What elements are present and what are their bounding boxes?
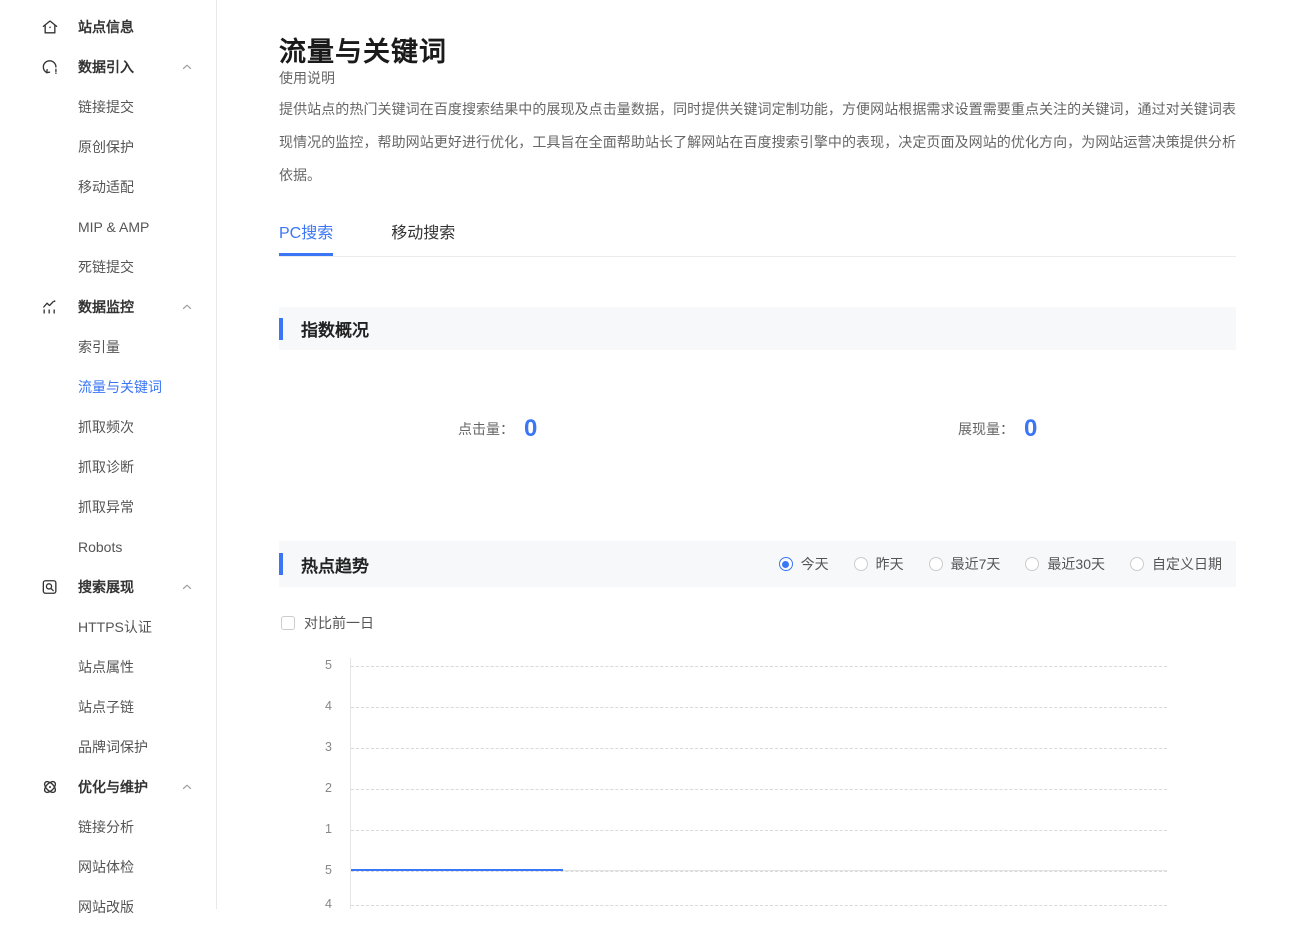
checkbox-icon[interactable] bbox=[281, 616, 295, 630]
sidebar-item[interactable]: 品牌词保护 bbox=[0, 727, 216, 767]
chevron-up-icon[interactable] bbox=[180, 780, 194, 794]
overview-section-title: 指数概况 bbox=[301, 316, 369, 341]
home-icon bbox=[40, 17, 60, 37]
section-accent-bar bbox=[279, 318, 283, 340]
chart-tick-label: 5 bbox=[296, 658, 332, 672]
chart-gridline bbox=[351, 707, 1167, 708]
metric-label: 点击量： bbox=[458, 419, 514, 439]
radio-label: 自定义日期 bbox=[1152, 554, 1222, 574]
chart-tick-label: 2 bbox=[296, 781, 332, 795]
radio-unselected-icon[interactable] bbox=[929, 557, 943, 571]
radio-label: 今天 bbox=[801, 554, 829, 574]
sidebar-item[interactable]: 链接提交 bbox=[0, 87, 216, 127]
sidebar-group-label: 数据引入 bbox=[78, 57, 134, 77]
sidebar-item[interactable]: 抓取诊断 bbox=[0, 447, 216, 487]
radio-last30days[interactable]: 最近30天 bbox=[1025, 554, 1105, 574]
compare-label: 对比前一日 bbox=[304, 613, 374, 633]
trend-chart: 5432154 bbox=[218, 650, 1302, 909]
sidebar-group-label: 优化与维护 bbox=[78, 777, 148, 797]
radio-selected-icon[interactable] bbox=[779, 557, 793, 571]
sidebar-item[interactable]: 索引量 bbox=[0, 327, 216, 367]
data-monitor-icon bbox=[40, 297, 60, 317]
sidebar-item[interactable]: 网站改版 bbox=[0, 887, 216, 927]
sidebar-group-label: 搜索展现 bbox=[78, 577, 134, 597]
sidebar-group-data-monitor[interactable]: 数据监控 bbox=[0, 287, 216, 327]
metric-label: 展现量： bbox=[958, 419, 1014, 439]
chart-gridline bbox=[351, 905, 1167, 906]
sidebar-item[interactable]: 链接分析 bbox=[0, 807, 216, 847]
sidebar-item[interactable]: MIP & AMP bbox=[0, 207, 216, 247]
sidebar-item[interactable]: Robots bbox=[0, 527, 216, 567]
chart-tick-label: 4 bbox=[296, 699, 332, 713]
metric-value: 0 bbox=[1024, 415, 1037, 443]
sidebar-group-label: 站点信息 bbox=[78, 17, 134, 37]
page-description: 提供站点的热门关键词在百度搜索结果中的展现及点击量数据，同时提供关键词定制功能，… bbox=[279, 93, 1236, 192]
radio-yesterday[interactable]: 昨天 bbox=[854, 554, 904, 574]
sidebar-item[interactable]: 死链提交 bbox=[0, 247, 216, 287]
overview-section-header: 指数概况 bbox=[279, 307, 1236, 350]
chart-gridline bbox=[351, 748, 1167, 749]
radio-unselected-icon[interactable] bbox=[1130, 557, 1144, 571]
sidebar-group-site-info[interactable]: 站点信息 bbox=[0, 7, 216, 47]
usage-label: 使用说明 bbox=[279, 68, 335, 88]
radio-custom[interactable]: 自定义日期 bbox=[1130, 554, 1222, 574]
today-series-line bbox=[351, 869, 563, 871]
sidebar-item[interactable]: 移动适配 bbox=[0, 167, 216, 207]
sidebar-item[interactable]: 站点子链 bbox=[0, 687, 216, 727]
main-content: 流量与关键词 使用说明 提供站点的热门关键词在百度搜索结果中的展现及点击量数据，… bbox=[218, 0, 1302, 909]
chart-gridline bbox=[351, 871, 1167, 872]
sidebar-item[interactable]: 抓取频次 bbox=[0, 407, 216, 447]
tab-pc-search[interactable]: PC搜索 bbox=[279, 219, 333, 243]
radio-unselected-icon[interactable] bbox=[1025, 557, 1039, 571]
trend-section-title: 热点趋势 bbox=[301, 552, 369, 577]
series-baseline-rest bbox=[563, 870, 1167, 871]
sidebar-item[interactable]: HTTPS认证 bbox=[0, 607, 216, 647]
radio-last7days[interactable]: 最近7天 bbox=[929, 554, 1001, 574]
date-range-radio-group: 今天 昨天 最近7天 最近30天 自定义日期 bbox=[779, 554, 1222, 574]
sidebar-item[interactable]: 站点属性 bbox=[0, 647, 216, 687]
radio-label: 昨天 bbox=[876, 554, 904, 574]
page-title: 流量与关键词 bbox=[279, 30, 447, 69]
radio-label: 最近7天 bbox=[951, 554, 1001, 574]
metric-impressions: 展现量： 0 bbox=[958, 413, 1037, 445]
tab-mobile-search[interactable]: 移动搜索 bbox=[391, 219, 455, 243]
radio-label: 最近30天 bbox=[1047, 554, 1105, 574]
data-import-icon bbox=[40, 57, 60, 77]
chart-gridline bbox=[351, 830, 1167, 831]
sidebar-group-data-import[interactable]: 数据引入 bbox=[0, 47, 216, 87]
sidebar-item[interactable]: 流量与关键词 bbox=[0, 367, 216, 407]
sidebar-group-search-display[interactable]: 搜索展现 bbox=[0, 567, 216, 607]
radio-unselected-icon[interactable] bbox=[854, 557, 868, 571]
section-accent-bar bbox=[279, 553, 283, 575]
sidebar-group-label: 数据监控 bbox=[78, 297, 134, 317]
metric-value: 0 bbox=[524, 415, 537, 443]
chart-tick-label: 5 bbox=[296, 863, 332, 877]
chart-gridline bbox=[351, 789, 1167, 790]
trend-section-header: 热点趋势 今天 昨天 最近7天 最近30天 自定义日期 bbox=[279, 541, 1236, 587]
app-root: 站点信息数据引入链接提交原创保护移动适配MIP & AMP死链提交数据监控索引量… bbox=[0, 0, 1302, 909]
chevron-up-icon[interactable] bbox=[180, 60, 194, 74]
sidebar: 站点信息数据引入链接提交原创保护移动适配MIP & AMP死链提交数据监控索引量… bbox=[0, 0, 217, 909]
chevron-up-icon[interactable] bbox=[180, 300, 194, 314]
metric-clicks: 点击量： 0 bbox=[458, 413, 537, 445]
chevron-up-icon[interactable] bbox=[180, 580, 194, 594]
sidebar-item[interactable]: 原创保护 bbox=[0, 127, 216, 167]
chart-tick-label: 1 bbox=[296, 822, 332, 836]
sidebar-item[interactable]: 抓取异常 bbox=[0, 487, 216, 527]
chart-gridline bbox=[351, 666, 1167, 667]
search-display-icon bbox=[40, 577, 60, 597]
sidebar-item[interactable]: 网站体检 bbox=[0, 847, 216, 887]
chart-tick-label: 3 bbox=[296, 740, 332, 754]
tab-bar: PC搜索 移动搜索 bbox=[279, 219, 1236, 257]
sidebar-nav: 站点信息数据引入链接提交原创保护移动适配MIP & AMP死链提交数据监控索引量… bbox=[0, 7, 216, 927]
compare-previous-day-checkbox[interactable]: 对比前一日 bbox=[281, 613, 374, 633]
optimize-icon bbox=[40, 777, 60, 797]
sidebar-group-optimize[interactable]: 优化与维护 bbox=[0, 767, 216, 807]
radio-today[interactable]: 今天 bbox=[779, 554, 829, 574]
